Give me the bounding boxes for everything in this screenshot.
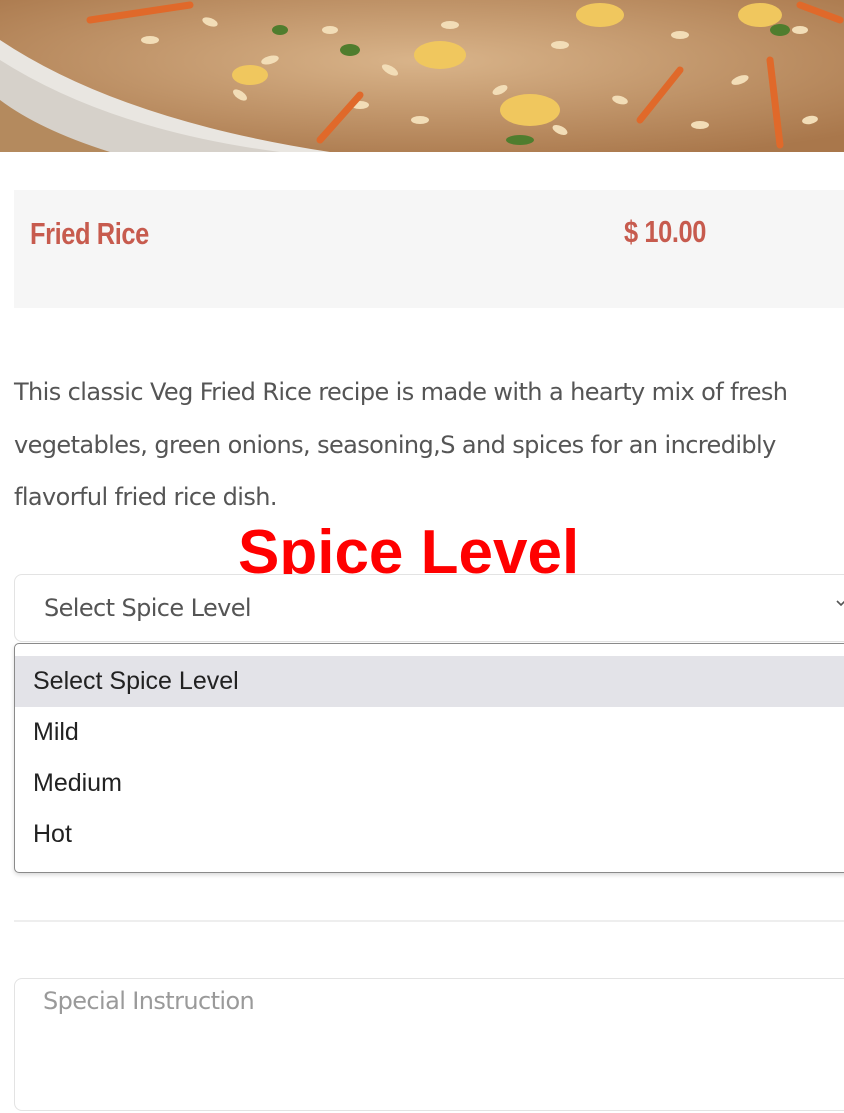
spice-level-dropdown: Select Spice Level Mild Medium Hot [14, 643, 844, 873]
spice-option-medium[interactable]: Medium [15, 758, 844, 809]
chevron-down-icon [836, 600, 844, 607]
special-instruction-input[interactable] [14, 978, 844, 1111]
spice-option-hot[interactable]: Hot [15, 809, 844, 860]
spice-level-select[interactable]: Select Spice Level [14, 574, 844, 642]
menu-item-page: Fried Rice $ 10.00 This classic Veg Frie… [0, 0, 844, 1113]
spice-level-selected-value: Select Spice Level [44, 594, 252, 622]
divider [14, 920, 844, 922]
dish-price: $ 10.00 [624, 214, 706, 249]
item-header: Fried Rice $ 10.00 [14, 190, 844, 308]
dish-description: This classic Veg Fried Rice recipe is ma… [14, 378, 788, 511]
dish-image [0, 0, 844, 152]
dish-name: Fried Rice [30, 216, 149, 251]
spice-option-mild[interactable]: Mild [15, 707, 844, 758]
spice-option-select[interactable]: Select Spice Level [15, 656, 844, 707]
